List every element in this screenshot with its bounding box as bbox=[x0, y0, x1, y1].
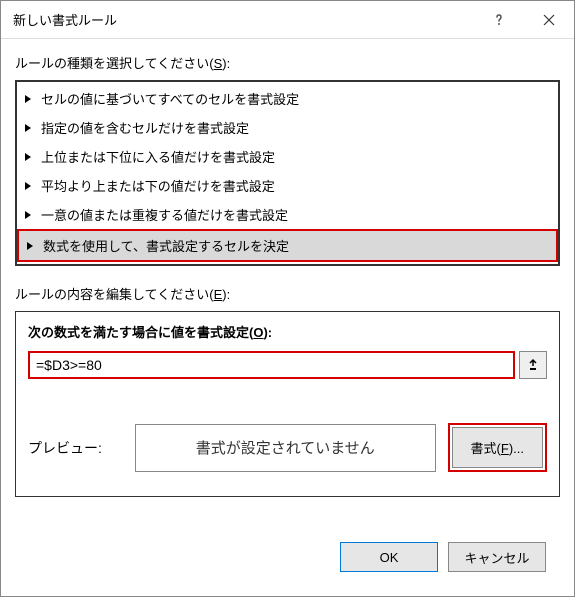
rule-type-item[interactable]: セルの値に基づいてすべてのセルを書式設定 bbox=[17, 84, 558, 113]
arrow-right-icon bbox=[25, 211, 31, 219]
rule-type-item[interactable]: 平均より上または下の値だけを書式設定 bbox=[17, 171, 558, 200]
format-button-highlight: 書式(F)... bbox=[448, 423, 547, 472]
formula-area: 次の数式を満たす場合に値を書式設定(O): プレビュー: 書式が設定されていませ… bbox=[15, 311, 560, 497]
dialog-content: ルールの種類を選択してください(S): セルの値に基づいてすべてのセルを書式設定… bbox=[1, 39, 574, 596]
close-icon bbox=[543, 14, 555, 26]
formula-input[interactable] bbox=[28, 351, 515, 379]
arrow-right-icon bbox=[25, 153, 31, 161]
rule-type-item-label: 上位または下位に入る値だけを書式設定 bbox=[41, 147, 275, 166]
titlebar: 新しい書式ルール bbox=[1, 1, 574, 39]
rule-type-item[interactable]: 数式を使用して、書式設定するセルを決定 bbox=[19, 231, 556, 260]
cancel-button[interactable]: キャンセル bbox=[448, 542, 546, 572]
formula-label: 次の数式を満たす場合に値を書式設定(O): bbox=[28, 322, 547, 341]
rule-type-item-label: セルの値に基づいてすべてのセルを書式設定 bbox=[41, 89, 299, 108]
rule-type-list: セルの値に基づいてすべてのセルを書式設定指定の値を含むセルだけを書式設定上位また… bbox=[15, 80, 560, 266]
preview-row: プレビュー: 書式が設定されていません 書式(F)... bbox=[28, 423, 547, 472]
formula-row bbox=[28, 351, 547, 379]
rule-type-item[interactable]: 一意の値または重複する値だけを書式設定 bbox=[17, 200, 558, 229]
rule-type-item-label: 数式を使用して、書式設定するセルを決定 bbox=[43, 236, 289, 255]
ok-button[interactable]: OK bbox=[340, 542, 438, 572]
arrow-right-icon bbox=[25, 124, 31, 132]
rule-type-item[interactable]: 上位または下位に入る値だけを書式設定 bbox=[17, 142, 558, 171]
format-button[interactable]: 書式(F)... bbox=[452, 427, 543, 468]
collapse-dialog-button[interactable] bbox=[519, 351, 547, 379]
dialog-window: 新しい書式ルール ルールの種類を選択してください(S): セルの値に基づいてすべ… bbox=[0, 0, 575, 597]
rule-type-item[interactable]: 指定の値を含むセルだけを書式設定 bbox=[17, 113, 558, 142]
rule-type-label: ルールの種類を選択してください(S): bbox=[15, 53, 560, 72]
rule-type-item-label: 指定の値を含むセルだけを書式設定 bbox=[41, 118, 249, 137]
rule-edit-label: ルールの内容を編集してください(E): bbox=[15, 284, 560, 303]
arrow-right-icon bbox=[25, 182, 31, 190]
preview-label: プレビュー: bbox=[28, 438, 123, 458]
arrow-right-icon bbox=[27, 242, 33, 250]
rule-type-item-label: 一意の値または重複する値だけを書式設定 bbox=[41, 205, 288, 224]
help-icon bbox=[492, 13, 506, 27]
rule-type-item-label: 平均より上または下の値だけを書式設定 bbox=[41, 176, 275, 195]
close-button[interactable] bbox=[524, 1, 574, 39]
window-title: 新しい書式ルール bbox=[13, 10, 474, 29]
preview-box: 書式が設定されていません bbox=[135, 424, 436, 472]
arrow-right-icon bbox=[25, 95, 31, 103]
help-button[interactable] bbox=[474, 1, 524, 39]
collapse-icon bbox=[526, 358, 540, 372]
dialog-footer: OK キャンセル bbox=[15, 530, 560, 586]
